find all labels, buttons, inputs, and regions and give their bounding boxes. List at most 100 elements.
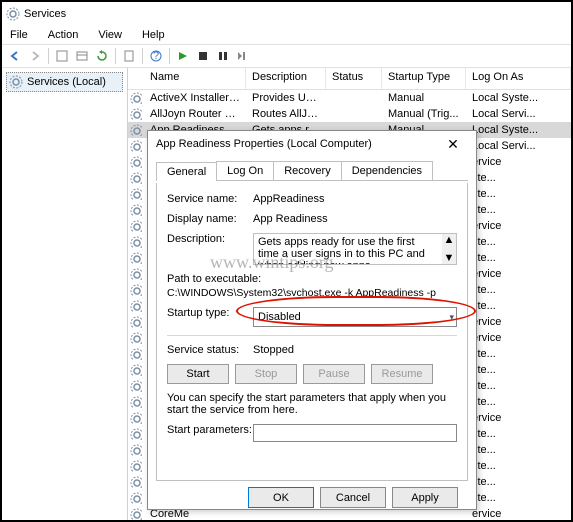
cell-startup: Manual [382,92,466,104]
restart-service-button[interactable] [234,47,252,65]
gear-icon [130,140,142,152]
gear-icon [130,236,142,248]
start-button[interactable]: Start [167,364,229,384]
refresh-button[interactable] [93,47,111,65]
gear-icon [130,508,142,520]
tree-node-label: Services (Local) [27,76,106,88]
properties-button[interactable] [120,47,138,65]
gear-icon [130,476,142,488]
cell-logon: ste... [466,460,571,472]
value-path: C:\WINDOWS\System32\svchost.exe -k AppRe… [167,287,457,299]
cell-logon: ervice [466,316,571,328]
cell-logon: Local Syste... [466,124,571,136]
table-row[interactable]: AllJoyn Router ServiceRoutes AllJo...Man… [128,106,571,122]
startup-type-combo[interactable]: Disabled ▾ [253,307,457,327]
toolbar-button[interactable] [53,47,71,65]
tab-logon[interactable]: Log On [216,161,274,180]
col-startup[interactable]: Startup Type [382,68,466,89]
gear-icon [130,268,142,280]
ok-button[interactable]: OK [248,487,314,508]
tab-general[interactable]: General [156,162,217,181]
value-display-name: App Readiness [253,213,457,225]
start-service-button[interactable] [174,47,192,65]
cell-logon: Local Syste... [466,92,571,104]
menu-action[interactable]: Action [44,27,83,43]
toolbar-button[interactable] [73,47,91,65]
pause-button[interactable]: Pause [303,364,365,384]
gear-icon [130,492,142,504]
col-description[interactable]: Description [246,68,326,89]
gear-icon [130,364,142,376]
gear-icon [130,348,142,360]
gear-icon [130,92,142,104]
label-start-params: Start parameters: [167,424,253,442]
gear-icon [130,380,142,392]
start-params-note: You can specify the start parameters tha… [167,392,457,416]
cell-logon: ervice [466,508,571,520]
cell-logon: ste... [466,444,571,456]
gear-icon [130,460,142,472]
cell-name: ActiveX Installer (AxInstSV) [144,92,246,104]
description-box: Gets apps ready for use the first time a… [253,233,457,265]
cell-name: AllJoyn Router Service [144,108,246,120]
tabstrip: General Log On Recovery Dependencies [156,161,468,181]
table-row[interactable]: ActiveX Installer (AxInstSV)Provides Us.… [128,90,571,106]
label-startup-type: Startup type: [167,307,253,327]
label-description: Description: [167,233,253,265]
menu-file[interactable]: File [6,27,32,43]
label-display-name: Display name: [167,213,253,225]
cell-logon: ste... [466,236,571,248]
gear-icon [130,428,142,440]
gear-icon [130,444,142,456]
gear-icon [130,396,142,408]
col-status[interactable]: Status [326,68,382,89]
pause-service-button[interactable] [214,47,232,65]
resume-button[interactable]: Resume [371,364,433,384]
cell-logon: ste... [466,300,571,312]
gear-icon [130,172,142,184]
cell-logon: ste... [466,396,571,408]
cell-logon: ste... [466,428,571,440]
cell-logon: ste... [466,492,571,504]
cell-logon: Local Servi... [466,108,571,120]
gear-icon [130,300,142,312]
dialog-titlebar: App Readiness Properties (Local Computer… [148,131,476,157]
col-name[interactable]: Name [128,68,246,89]
gear-icon [130,220,142,232]
menu-view[interactable]: View [94,27,126,43]
gear-icon [130,124,142,136]
cell-logon: Local Servi... [466,140,571,152]
cell-logon: ervice [466,268,571,280]
help-button[interactable]: ? [147,47,165,65]
tab-dependencies[interactable]: Dependencies [341,161,433,180]
stop-service-button[interactable] [194,47,212,65]
toolbar: ? [2,44,571,68]
window-title: Services [24,8,66,20]
scrollbar[interactable]: ▲▼ [442,234,456,264]
gear-icon [130,188,142,200]
gear-icon [130,412,142,424]
apply-button[interactable]: Apply [392,487,458,508]
tab-recovery[interactable]: Recovery [273,161,341,180]
value-service-status: Stopped [253,344,457,356]
tree-node-services-local[interactable]: Services (Local) [6,72,123,92]
col-logon[interactable]: Log On As [466,68,571,89]
label-service-name: Service name: [167,193,253,205]
cell-startup: Manual (Trig... [382,108,466,120]
services-icon [6,7,20,21]
close-button[interactable]: ✕ [438,134,468,154]
value-service-name: AppReadiness [253,193,457,205]
gear-icon [130,156,142,168]
start-params-input[interactable] [253,424,457,442]
forward-button[interactable] [26,47,44,65]
tree-pane: Services (Local) [2,68,128,520]
cancel-button[interactable]: Cancel [320,487,386,508]
menu-help[interactable]: Help [138,27,169,43]
stop-button[interactable]: Stop [235,364,297,384]
cell-logon: ste... [466,172,571,184]
cell-logon: ste... [466,204,571,216]
gear-icon [130,332,142,344]
back-button[interactable] [6,47,24,65]
gear-icon [130,316,142,328]
cell-logon: ste... [466,284,571,296]
